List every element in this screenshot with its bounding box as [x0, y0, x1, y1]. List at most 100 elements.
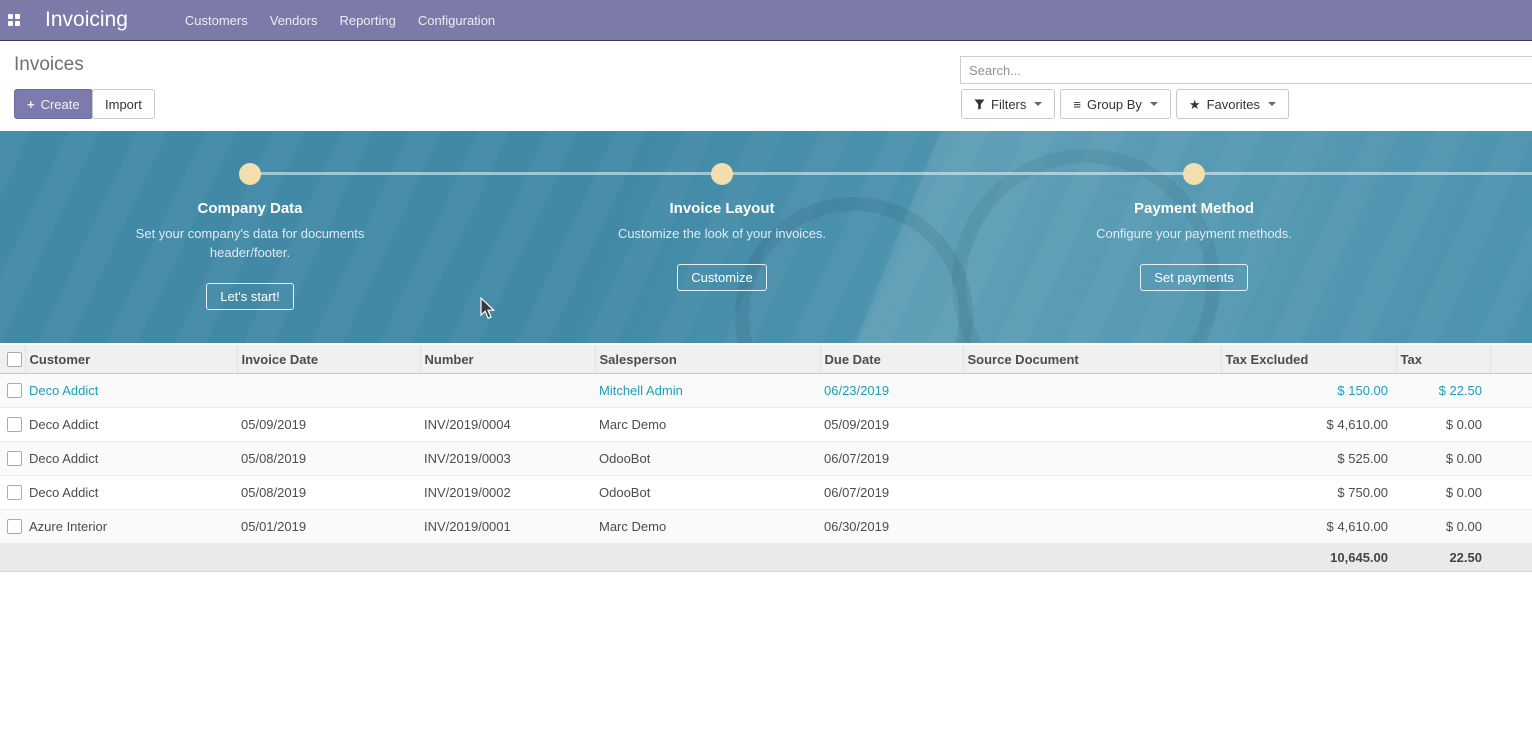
row-select-cell	[0, 442, 25, 476]
cell-source-document	[963, 476, 1221, 510]
cell-tax: $ 22.50	[1396, 374, 1490, 408]
table-header-row: Customer Invoice Date Number Salesperson…	[0, 345, 1532, 374]
column-header-customer[interactable]: Customer	[25, 345, 237, 374]
row-checkbox[interactable]	[7, 417, 22, 432]
chevron-down-icon	[1034, 102, 1042, 106]
footer-cell	[1490, 544, 1532, 572]
cell-invoice-date: 05/08/2019	[237, 476, 420, 510]
nav-item-reporting[interactable]: Reporting	[328, 0, 406, 41]
create-button-label: Create	[41, 97, 80, 112]
favorites-button[interactable]: ★ Favorites	[1176, 89, 1289, 119]
control-panel: Invoices + Create Import Filters ≡ Group…	[0, 41, 1532, 131]
nav-item-vendors[interactable]: Vendors	[259, 0, 329, 41]
cell-due-date: 06/23/2019	[820, 374, 963, 408]
cell-filler	[1490, 442, 1532, 476]
app-name[interactable]: Invoicing	[45, 8, 128, 32]
row-select-cell	[0, 374, 25, 408]
footer-tax-excluded-total: 10,645.00	[1221, 544, 1396, 572]
column-header-invoice-date[interactable]: Invoice Date	[237, 345, 420, 374]
group-by-icon: ≡	[1073, 98, 1081, 111]
filter-funnel-icon	[974, 99, 985, 110]
row-checkbox[interactable]	[7, 485, 22, 500]
column-header-source-document[interactable]: Source Document	[963, 345, 1221, 374]
onboarding-step-payment-method: Payment Method Configure your payment me…	[1034, 131, 1354, 291]
set-payments-button[interactable]: Set payments	[1140, 264, 1248, 291]
cell-number	[420, 374, 595, 408]
table-row[interactable]: Azure Interior 05/01/2019 INV/2019/0001 …	[0, 510, 1532, 544]
top-navbar: Invoicing Customers Vendors Reporting Co…	[0, 0, 1532, 41]
step-dot	[239, 163, 261, 185]
cell-source-document	[963, 510, 1221, 544]
column-header-tax-excluded[interactable]: Tax Excluded	[1221, 345, 1396, 374]
row-checkbox[interactable]	[7, 383, 22, 398]
column-header-filler	[1490, 345, 1532, 374]
nav-item-customers[interactable]: Customers	[174, 0, 259, 41]
table-row[interactable]: Deco Addict 05/08/2019 INV/2019/0002 Odo…	[0, 476, 1532, 510]
cell-customer: Deco Addict	[25, 442, 237, 476]
onboarding-step-invoice-layout: Invoice Layout Customize the look of you…	[562, 131, 882, 291]
footer-cell	[820, 544, 963, 572]
apps-menu-icon[interactable]	[8, 14, 21, 27]
group-by-button[interactable]: ≡ Group By	[1060, 89, 1171, 119]
filter-bar: Filters ≡ Group By ★ Favorites	[961, 89, 1289, 119]
cell-salesperson: OdooBot	[595, 442, 820, 476]
step-title: Invoice Layout	[562, 200, 882, 217]
onboarding-banner: Company Data Set your company's data for…	[0, 131, 1532, 343]
footer-cell	[963, 544, 1221, 572]
import-button[interactable]: Import	[92, 89, 155, 119]
favorites-button-label: Favorites	[1207, 97, 1260, 112]
star-icon: ★	[1189, 98, 1201, 111]
select-all-checkbox[interactable]	[7, 352, 22, 367]
row-select-cell	[0, 476, 25, 510]
column-header-number[interactable]: Number	[420, 345, 595, 374]
nav-item-configuration[interactable]: Configuration	[407, 0, 506, 41]
table-row[interactable]: Deco Addict 05/09/2019 INV/2019/0004 Mar…	[0, 408, 1532, 442]
row-checkbox[interactable]	[7, 451, 22, 466]
cell-customer: Deco Addict	[25, 374, 237, 408]
select-all-header[interactable]	[0, 345, 25, 374]
step-description: Set your company's data for documents he…	[135, 224, 365, 262]
footer-cell	[25, 544, 237, 572]
cell-filler	[1490, 510, 1532, 544]
cell-tax: $ 0.00	[1396, 510, 1490, 544]
create-button[interactable]: + Create	[14, 89, 93, 119]
cell-filler	[1490, 408, 1532, 442]
footer-cell	[237, 544, 420, 572]
lets-start-button[interactable]: Let's start!	[206, 283, 294, 310]
column-header-due-date[interactable]: Due Date	[820, 345, 963, 374]
row-select-cell	[0, 408, 25, 442]
table-row[interactable]: Deco Addict Mitchell Admin 06/23/2019 $ …	[0, 374, 1532, 408]
page-title: Invoices	[14, 54, 84, 76]
footer-cell	[595, 544, 820, 572]
cell-source-document	[963, 374, 1221, 408]
column-header-tax[interactable]: Tax	[1396, 345, 1490, 374]
apps-icon-square	[8, 21, 13, 26]
step-description: Customize the look of your invoices.	[607, 224, 837, 243]
cell-due-date: 05/09/2019	[820, 408, 963, 442]
cell-invoice-date: 05/08/2019	[237, 442, 420, 476]
footer-cell	[0, 544, 25, 572]
invoice-list-table: Customer Invoice Date Number Salesperson…	[0, 345, 1532, 572]
cell-tax: $ 0.00	[1396, 442, 1490, 476]
filters-button[interactable]: Filters	[961, 89, 1055, 119]
customize-button[interactable]: Customize	[677, 264, 766, 291]
cell-source-document	[963, 442, 1221, 476]
cell-salesperson: OdooBot	[595, 476, 820, 510]
table-row[interactable]: Deco Addict 05/08/2019 INV/2019/0003 Odo…	[0, 442, 1532, 476]
cell-invoice-date: 05/09/2019	[237, 408, 420, 442]
import-button-label: Import	[105, 97, 142, 112]
cell-filler	[1490, 374, 1532, 408]
onboarding-step-company-data: Company Data Set your company's data for…	[90, 131, 410, 310]
apps-icon-square	[15, 14, 20, 19]
cell-tax-excluded: $ 4,610.00	[1221, 408, 1396, 442]
cell-tax: $ 0.00	[1396, 476, 1490, 510]
cell-tax-excluded: $ 525.00	[1221, 442, 1396, 476]
step-title: Company Data	[90, 200, 410, 217]
step-description: Configure your payment methods.	[1079, 224, 1309, 243]
cell-filler	[1490, 476, 1532, 510]
column-header-salesperson[interactable]: Salesperson	[595, 345, 820, 374]
row-select-cell	[0, 510, 25, 544]
row-checkbox[interactable]	[7, 519, 22, 534]
search-input[interactable]	[960, 56, 1532, 84]
cell-salesperson: Marc Demo	[595, 510, 820, 544]
